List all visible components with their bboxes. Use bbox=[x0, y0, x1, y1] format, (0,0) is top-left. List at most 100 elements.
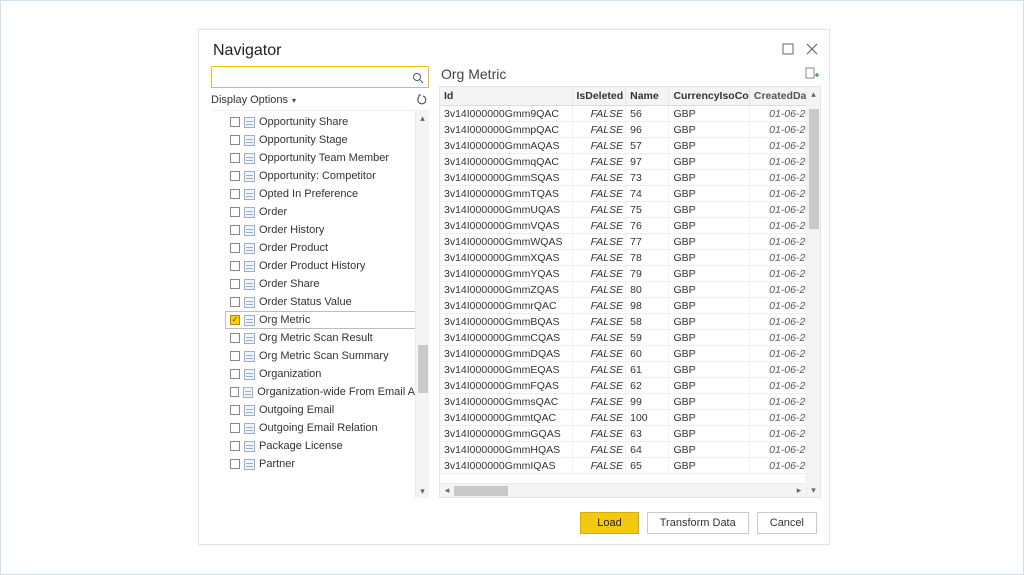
load-button[interactable]: Load bbox=[580, 512, 638, 534]
table-row[interactable]: 3v14I000000GmmSQASFALSE73GBP01-06-202 bbox=[440, 170, 820, 186]
add-column-icon[interactable] bbox=[805, 67, 819, 81]
cell-id: 3v14I000000GmmXQAS bbox=[440, 250, 572, 266]
cell-currencyisocode: GBP bbox=[669, 330, 749, 346]
tree-item[interactable]: ✓Org Metric bbox=[225, 311, 429, 329]
tree-checkbox[interactable] bbox=[230, 333, 240, 343]
column-header[interactable]: Name bbox=[626, 87, 669, 106]
tree-item[interactable]: Partner bbox=[225, 455, 429, 473]
scroll-up-icon[interactable]: ▴ bbox=[807, 87, 820, 101]
tree-checkbox[interactable] bbox=[230, 387, 239, 397]
cell-name: 61 bbox=[626, 362, 669, 378]
display-options-dropdown[interactable]: Display Options▾ bbox=[211, 94, 296, 106]
close-icon[interactable] bbox=[805, 42, 819, 56]
tree-checkbox[interactable] bbox=[230, 243, 240, 253]
cell-currencyisocode: GBP bbox=[669, 378, 749, 394]
table-row[interactable]: 3v14I000000GmmFQASFALSE62GBP01-06-202 bbox=[440, 378, 820, 394]
table-vscrollbar[interactable]: ▴ ▾ bbox=[806, 87, 820, 497]
table-row[interactable]: 3v14I000000Gmm9QACFALSE56GBP01-06-202 bbox=[440, 106, 820, 122]
tree-checkbox[interactable] bbox=[230, 405, 240, 415]
tree-item[interactable]: Opportunity Stage bbox=[225, 131, 429, 149]
tree-checkbox[interactable] bbox=[230, 279, 240, 289]
tree-item[interactable]: Order Product bbox=[225, 239, 429, 257]
search-icon[interactable] bbox=[412, 71, 424, 83]
tree-checkbox[interactable] bbox=[230, 297, 240, 307]
search-input[interactable] bbox=[216, 70, 412, 84]
table-row[interactable]: 3v14I000000GmmqQACFALSE97GBP01-06-202 bbox=[440, 154, 820, 170]
column-header[interactable]: IsDeleted bbox=[572, 87, 626, 106]
table-row[interactable]: 3v14I000000GmmtQACFALSE100GBP01-06-202 bbox=[440, 410, 820, 426]
column-header[interactable]: CurrencyIsoCode bbox=[669, 87, 749, 106]
cell-name: 76 bbox=[626, 218, 669, 234]
tree-checkbox[interactable] bbox=[230, 441, 240, 451]
scroll-down-icon[interactable]: ▾ bbox=[807, 483, 820, 497]
tree-item[interactable]: Order bbox=[225, 203, 429, 221]
tree-checkbox[interactable] bbox=[230, 225, 240, 235]
tree-item[interactable]: Outgoing Email Relation bbox=[225, 419, 429, 437]
table-row[interactable]: 3v14I000000GmmsQACFALSE99GBP01-06-202 bbox=[440, 394, 820, 410]
transform-data-button[interactable]: Transform Data bbox=[647, 512, 749, 534]
tree-item[interactable]: Opportunity Share bbox=[225, 113, 429, 131]
tree-item[interactable]: Outgoing Email bbox=[225, 401, 429, 419]
table-row[interactable]: 3v14I000000GmmAQASFALSE57GBP01-06-202 bbox=[440, 138, 820, 154]
table-row[interactable]: 3v14I000000GmmHQASFALSE64GBP01-06-202 bbox=[440, 442, 820, 458]
table-row[interactable]: 3v14I000000GmmXQASFALSE78GBP01-06-202 bbox=[440, 250, 820, 266]
tree-checkbox[interactable]: ✓ bbox=[230, 315, 240, 325]
scroll-thumb[interactable] bbox=[454, 486, 508, 496]
tree-item[interactable]: Order Status Value bbox=[225, 293, 429, 311]
scroll-left-icon[interactable]: ◂ bbox=[440, 485, 454, 496]
tree-item[interactable]: Opportunity: Competitor bbox=[225, 167, 429, 185]
table-row[interactable]: 3v14I000000GmmrQACFALSE98GBP01-06-202 bbox=[440, 298, 820, 314]
table-hscrollbar[interactable]: ◂ ▸ bbox=[440, 483, 806, 497]
table-row[interactable]: 3v14I000000GmmpQACFALSE96GBP01-06-202 bbox=[440, 122, 820, 138]
tree-item[interactable]: Order Share bbox=[225, 275, 429, 293]
scroll-thumb[interactable] bbox=[418, 345, 428, 393]
scroll-up-icon[interactable]: ▴ bbox=[416, 111, 429, 125]
tree-item-label: Order Product bbox=[259, 242, 328, 254]
table-row[interactable]: 3v14I000000GmmEQASFALSE61GBP01-06-202 bbox=[440, 362, 820, 378]
navigator-dialog: Navigator bbox=[198, 29, 830, 545]
table-row[interactable]: 3v14I000000GmmVQASFALSE76GBP01-06-202 bbox=[440, 218, 820, 234]
tree-checkbox[interactable] bbox=[230, 153, 240, 163]
tree-item[interactable]: Org Metric Scan Summary bbox=[225, 347, 429, 365]
tree-checkbox[interactable] bbox=[230, 459, 240, 469]
table-row[interactable]: 3v14I000000GmmCQASFALSE59GBP01-06-202 bbox=[440, 330, 820, 346]
tree-item[interactable]: Opportunity Team Member bbox=[225, 149, 429, 167]
tree-item[interactable]: Order Product History bbox=[225, 257, 429, 275]
tree-checkbox[interactable] bbox=[230, 351, 240, 361]
search-input-wrap[interactable] bbox=[211, 66, 429, 88]
table-icon bbox=[244, 117, 255, 128]
tree-checkbox[interactable] bbox=[230, 171, 240, 181]
tree-checkbox[interactable] bbox=[230, 423, 240, 433]
table-row[interactable]: 3v14I000000GmmIQASFALSE65GBP01-06-202 bbox=[440, 458, 820, 474]
table-row[interactable]: 3v14I000000GmmYQASFALSE79GBP01-06-202 bbox=[440, 266, 820, 282]
tree-scrollbar[interactable]: ▴ ▾ bbox=[415, 111, 429, 498]
table-row[interactable]: 3v14I000000GmmTQASFALSE74GBP01-06-202 bbox=[440, 186, 820, 202]
table-row[interactable]: 3v14I000000GmmGQASFALSE63GBP01-06-202 bbox=[440, 426, 820, 442]
tree-item[interactable]: Order History bbox=[225, 221, 429, 239]
tree-checkbox[interactable] bbox=[230, 207, 240, 217]
column-header[interactable]: Id bbox=[440, 87, 572, 106]
table-row[interactable]: 3v14I000000GmmUQASFALSE75GBP01-06-202 bbox=[440, 202, 820, 218]
cell-isdeleted: FALSE bbox=[572, 138, 626, 154]
scroll-thumb[interactable] bbox=[809, 109, 819, 229]
cell-id: 3v14I000000GmmCQAS bbox=[440, 330, 572, 346]
maximize-icon[interactable] bbox=[781, 42, 795, 56]
table-row[interactable]: 3v14I000000GmmWQASFALSE77GBP01-06-202 bbox=[440, 234, 820, 250]
table-row[interactable]: 3v14I000000GmmZQASFALSE80GBP01-06-202 bbox=[440, 282, 820, 298]
tree-checkbox[interactable] bbox=[230, 369, 240, 379]
tree-item[interactable]: Org Metric Scan Result bbox=[225, 329, 429, 347]
scroll-down-icon[interactable]: ▾ bbox=[416, 484, 429, 498]
table-row[interactable]: 3v14I000000GmmDQASFALSE60GBP01-06-202 bbox=[440, 346, 820, 362]
tree-item[interactable]: Organization bbox=[225, 365, 429, 383]
cancel-button[interactable]: Cancel bbox=[757, 512, 817, 534]
scroll-right-icon[interactable]: ▸ bbox=[792, 485, 806, 496]
tree-item[interactable]: Opted In Preference bbox=[225, 185, 429, 203]
tree-checkbox[interactable] bbox=[230, 117, 240, 127]
refresh-icon[interactable] bbox=[417, 94, 429, 106]
tree-checkbox[interactable] bbox=[230, 261, 240, 271]
tree-item[interactable]: Package License bbox=[225, 437, 429, 455]
tree-checkbox[interactable] bbox=[230, 135, 240, 145]
tree-checkbox[interactable] bbox=[230, 189, 240, 199]
table-row[interactable]: 3v14I000000GmmBQASFALSE58GBP01-06-202 bbox=[440, 314, 820, 330]
tree-item[interactable]: Organization-wide From Email Address bbox=[225, 383, 429, 401]
